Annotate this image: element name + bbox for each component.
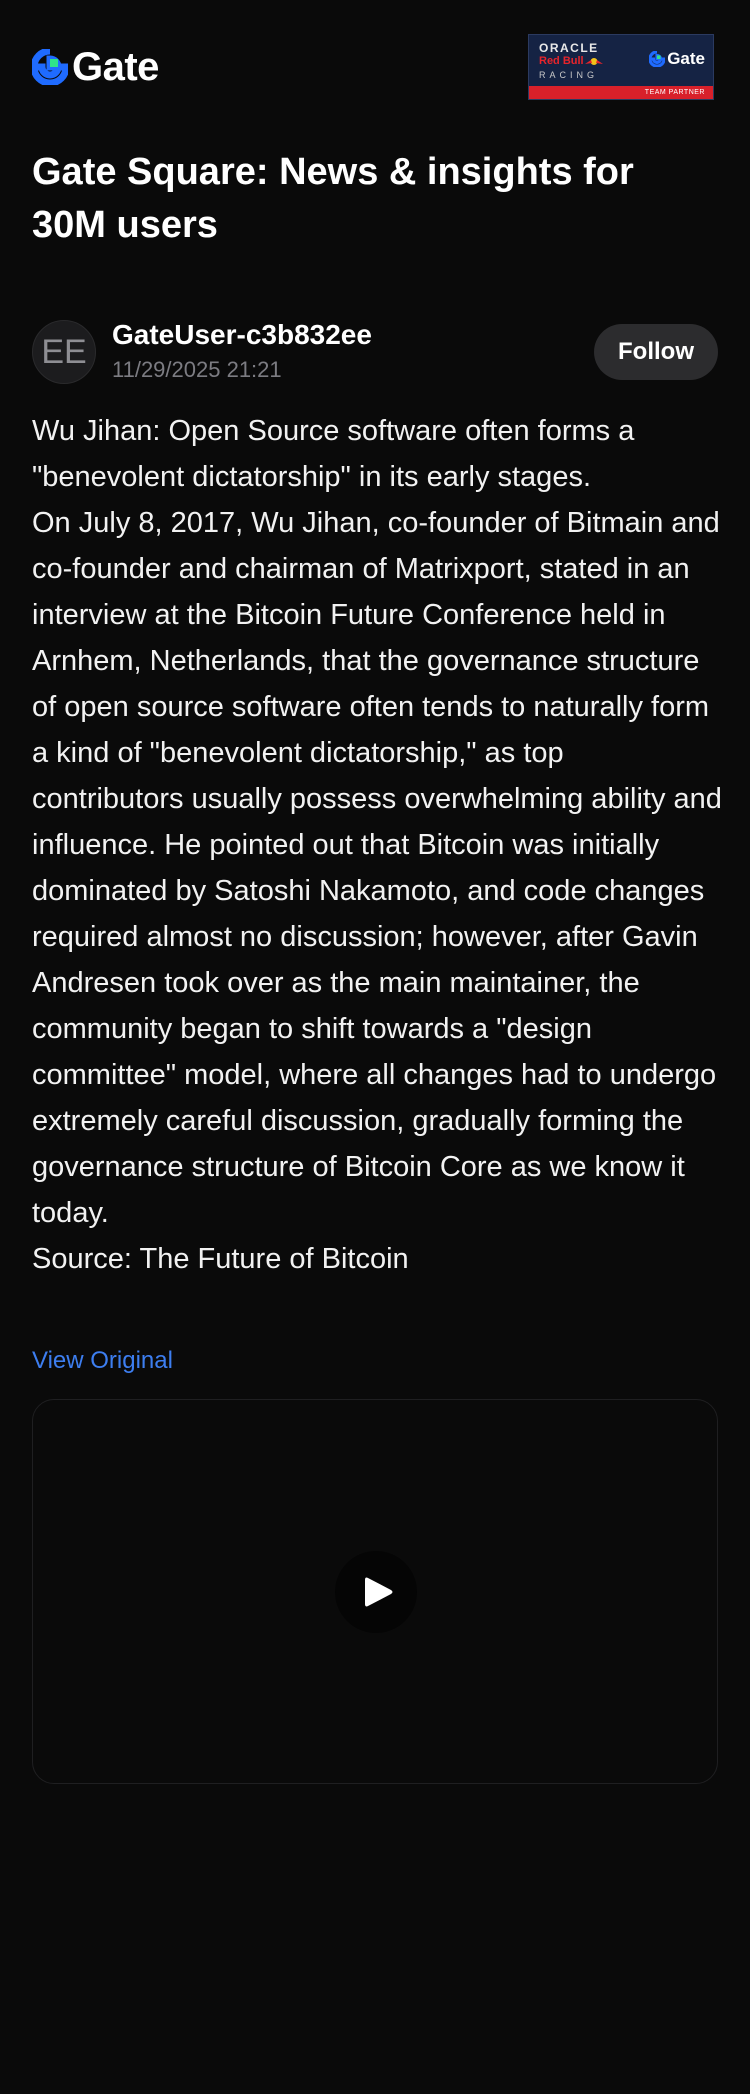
team-partner-label: TEAM PARTNER: [529, 86, 713, 99]
gate-logo-small-icon: [649, 51, 666, 67]
view-original-link[interactable]: View Original: [32, 1346, 173, 1376]
author-name[interactable]: GateUser-c3b832ee: [112, 318, 372, 352]
page-title: Gate Square: News & insights for 30M use…: [32, 151, 634, 246]
top-bar: Gate ORACLE Red Bull RACING Gate TEAM PA…: [0, 0, 750, 135]
post-paragraph-headline: Wu Jihan: Open Source software often for…: [32, 415, 635, 493]
post-timestamp: 11/29/2025 21:21: [112, 357, 282, 382]
avatar[interactable]: EE: [32, 320, 96, 384]
author-row: EE GateUser-c3b832ee 11/29/2025 21:21 Fo…: [32, 318, 718, 386]
play-icon: [365, 1577, 393, 1607]
brand-name: Gate: [72, 45, 159, 89]
team-partner-badge[interactable]: ORACLE Red Bull RACING Gate TEAM PARTNER: [528, 34, 714, 100]
video-player[interactable]: [32, 1399, 718, 1784]
post-paragraph-source: Source: The Future of Bitcoin: [32, 1243, 409, 1275]
red-bull-label: Red Bull: [539, 55, 584, 67]
oracle-text: ORACLE: [539, 41, 599, 55]
oracle-redbull-racing-logo: ORACLE Red Bull RACING: [539, 41, 625, 82]
gate-logo[interactable]: Gate: [32, 46, 159, 88]
racing-text: RACING: [539, 70, 599, 80]
red-bull-text: Red Bull: [539, 55, 625, 68]
post-body: Wu Jihan: Open Source software often for…: [32, 408, 722, 1282]
play-button[interactable]: [335, 1551, 417, 1633]
partner-gate-text: Gate: [667, 49, 705, 68]
bull-icon: [584, 58, 603, 65]
partner-gate-logo: Gate: [649, 49, 705, 69]
gate-logo-icon: [32, 49, 68, 85]
post-paragraph-body: On July 8, 2017, Wu Jihan, co-founder of…: [32, 507, 722, 1229]
follow-button[interactable]: Follow: [594, 324, 718, 380]
